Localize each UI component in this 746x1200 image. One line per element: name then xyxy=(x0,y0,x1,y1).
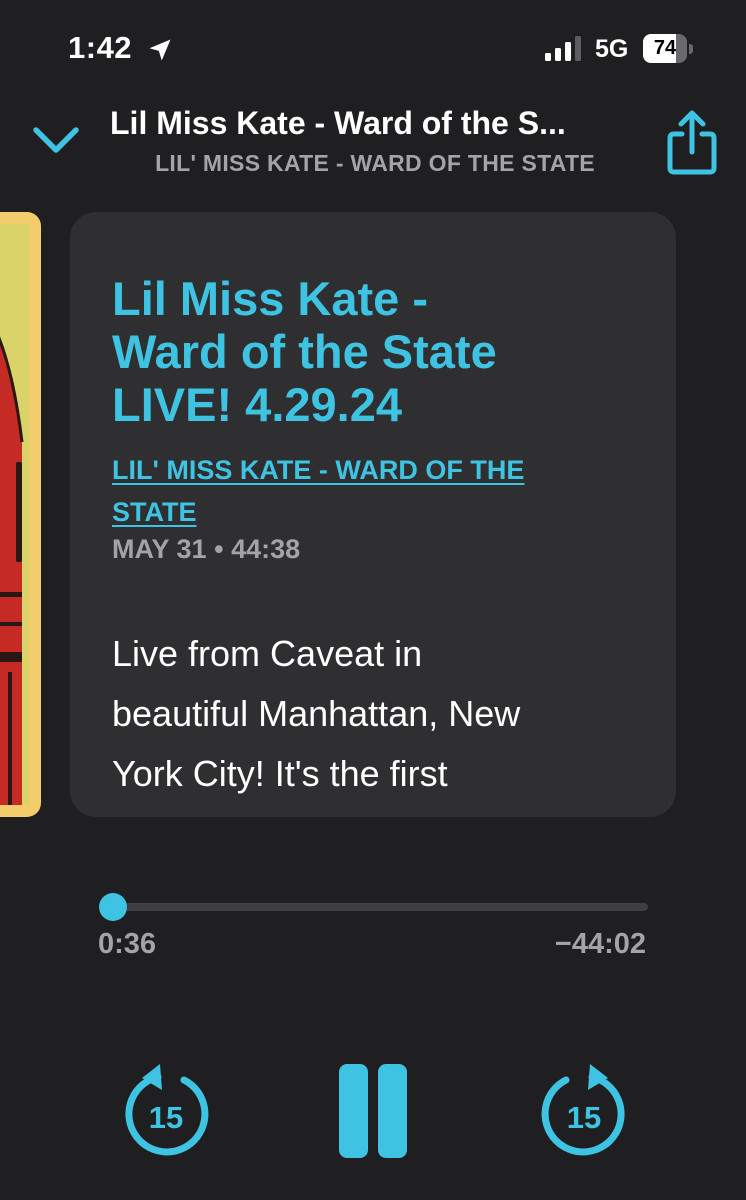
now-playing-screen: 1:42 5G 74 Lil Miss Kate - Ward of the S… xyxy=(0,0,746,1200)
description-line: Live from Caveat in xyxy=(112,633,423,674)
share-icon[interactable] xyxy=(662,108,722,178)
skip-forward-seconds: 15 xyxy=(567,1100,601,1135)
episode-title: Lil Miss Kate - Ward of the State LIVE! … xyxy=(112,272,632,431)
episode-meta: MAY 31 • 44:38 xyxy=(112,534,300,565)
episode-info-card[interactable]: Lil Miss Kate - Ward of the State LIVE! … xyxy=(70,212,676,817)
pause-bar-right xyxy=(378,1064,407,1158)
elapsed-time: 0:36 xyxy=(98,928,157,960)
episode-title-line: LIVE! 4.29.24 xyxy=(112,378,402,431)
status-time: 1:42 xyxy=(68,30,133,65)
battery-tip xyxy=(689,44,693,54)
skip-back-15-icon[interactable]: 15 xyxy=(116,1062,216,1162)
pause-bar-left xyxy=(339,1064,368,1158)
meta-separator: • xyxy=(214,534,224,564)
artwork-image xyxy=(0,212,41,817)
description-line: beautiful Manhattan, New xyxy=(112,693,521,734)
skip-back-seconds: 15 xyxy=(149,1100,183,1135)
episode-date: MAY 31 xyxy=(112,534,207,564)
remaining-time: −44:02 xyxy=(554,928,646,960)
episode-title-line: Ward of the State xyxy=(112,325,497,378)
signal-bars-icon xyxy=(545,36,581,61)
location-arrow-icon xyxy=(149,39,171,61)
episode-duration: 44:38 xyxy=(231,534,301,564)
episode-description: Live from Caveat in beautiful Manhattan,… xyxy=(112,624,652,804)
description-line: York City! It's the first xyxy=(112,753,448,794)
header-subtitle: LIL' MISS KATE - WARD OF THE STATE xyxy=(155,150,595,176)
podcast-name-line: STATE xyxy=(112,497,197,527)
network-type-label: 5G xyxy=(595,35,629,63)
header-title: Lil Miss Kate - Ward of the S... xyxy=(110,105,566,141)
battery-percent: 74 xyxy=(653,37,677,59)
progress-scrubber[interactable] xyxy=(99,893,648,921)
skip-forward-15-icon[interactable]: 15 xyxy=(534,1062,634,1162)
episode-artwork[interactable] xyxy=(0,212,41,817)
episode-title-line: Lil Miss Kate - xyxy=(112,272,429,325)
scrubber-handle[interactable] xyxy=(99,893,128,921)
podcast-name-line: LIL' MISS KATE - WARD OF THE xyxy=(112,455,525,485)
chevron-down-icon[interactable] xyxy=(30,120,82,160)
battery-indicator: 74 xyxy=(643,34,693,63)
pause-button[interactable] xyxy=(333,1064,413,1158)
podcast-name-link[interactable]: LIL' MISS KATE - WARD OF THE STATE xyxy=(112,449,642,533)
